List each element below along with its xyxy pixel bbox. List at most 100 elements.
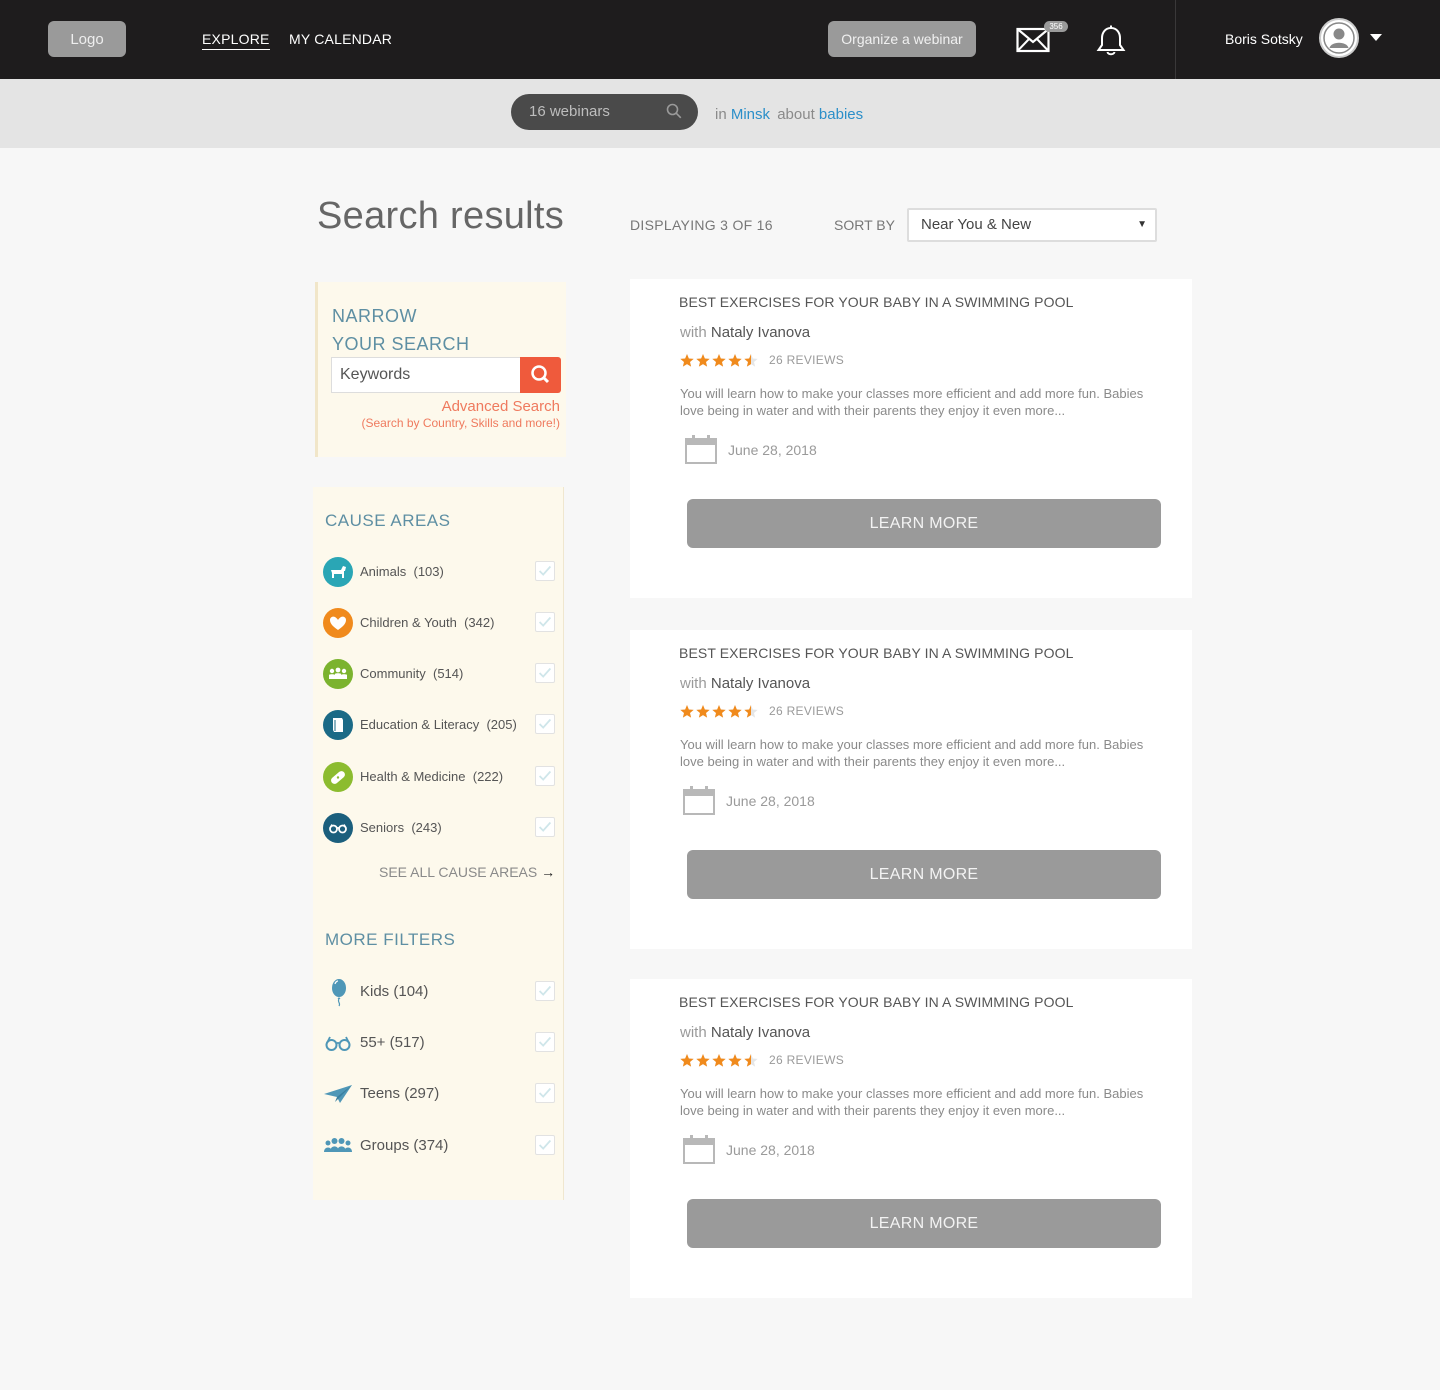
keywords-search-button[interactable] bbox=[520, 357, 561, 393]
see-all-label: SEE ALL CAUSE AREAS bbox=[379, 864, 538, 880]
webinar-card: BEST EXERCISES FOR YOUR BABY IN A SWIMMI… bbox=[630, 979, 1192, 1298]
cause-area-label: Education & Literacy (205) bbox=[360, 717, 517, 732]
cause-area-checkbox[interactable] bbox=[535, 817, 555, 837]
narrow-title-line1: NARROW bbox=[332, 306, 417, 326]
star-icon-filled bbox=[696, 354, 710, 367]
see-all-cause-areas-link[interactable]: SEE ALL CAUSE AREAS → bbox=[379, 864, 555, 880]
filter-checkbox[interactable] bbox=[535, 1032, 555, 1052]
page-title: Search results bbox=[317, 195, 565, 237]
narrow-search-panel: NARROW YOUR SEARCH Keywords Advanced Sea… bbox=[315, 282, 566, 457]
webinar-date: June 28, 2018 bbox=[728, 442, 817, 458]
webinar-date: June 28, 2018 bbox=[726, 793, 815, 809]
location-link[interactable]: Minsk bbox=[731, 106, 770, 123]
group-icon bbox=[324, 1138, 352, 1152]
star-icon-filled bbox=[712, 705, 726, 718]
search-context: in Minsk about babies bbox=[715, 106, 863, 123]
paper-plane-icon bbox=[324, 1085, 352, 1103]
reviews-count[interactable]: 26 REVIEWS bbox=[769, 1053, 844, 1067]
star-icon-filled bbox=[680, 1054, 694, 1067]
cause-area-checkbox[interactable] bbox=[535, 663, 555, 683]
filter-checkbox[interactable] bbox=[535, 981, 555, 1001]
bell-icon[interactable] bbox=[1096, 25, 1126, 57]
webinar-title[interactable]: BEST EXERCISES FOR YOUR BABY IN A SWIMMI… bbox=[679, 645, 1073, 661]
filter-55-plus[interactable]: 55+ (517) bbox=[322, 1027, 556, 1059]
calendar-icon bbox=[685, 435, 717, 464]
star-icon-filled bbox=[696, 1054, 710, 1067]
calendar-icon bbox=[683, 1135, 715, 1164]
nav-explore[interactable]: EXPLORE bbox=[202, 31, 270, 50]
sort-by-label: SORT BY bbox=[834, 217, 895, 233]
more-filters-title: MORE FILTERS bbox=[325, 930, 456, 949]
search-icon[interactable] bbox=[666, 103, 682, 119]
checkmark-icon bbox=[538, 1036, 552, 1047]
learn-more-button[interactable]: LEARN MORE bbox=[687, 850, 1161, 899]
checkmark-icon bbox=[538, 985, 552, 996]
checkmark-icon bbox=[538, 1087, 552, 1098]
webinar-title[interactable]: BEST EXERCISES FOR YOUR BABY IN A SWIMMI… bbox=[679, 294, 1073, 310]
filter-kids[interactable]: Kids (104) bbox=[322, 976, 556, 1008]
search-icon bbox=[531, 365, 550, 384]
dropdown-arrow-icon: ▼ bbox=[1137, 219, 1147, 230]
host-name[interactable]: Nataly Ivanova bbox=[711, 1024, 810, 1041]
displaying-count: DISPLAYING 3 OF 16 bbox=[630, 217, 773, 233]
cause-area-label: Health & Medicine (222) bbox=[360, 769, 504, 784]
star-icon-filled bbox=[728, 354, 742, 367]
topic-link[interactable]: babies bbox=[819, 106, 863, 123]
webinar-card: BEST EXERCISES FOR YOUR BABY IN A SWIMMI… bbox=[630, 279, 1192, 598]
star-icon-filled bbox=[728, 1054, 742, 1067]
reviews-count[interactable]: 26 REVIEWS bbox=[769, 704, 844, 718]
learn-more-button[interactable]: LEARN MORE bbox=[687, 499, 1161, 548]
filter-checkbox[interactable] bbox=[535, 1135, 555, 1155]
people-icon bbox=[323, 659, 353, 689]
user-silhouette-icon bbox=[1323, 22, 1355, 54]
filter-teens[interactable]: Teens (297) bbox=[322, 1078, 556, 1110]
webinar-title[interactable]: BEST EXERCISES FOR YOUR BABY IN A SWIMMI… bbox=[679, 994, 1073, 1010]
star-icon-filled bbox=[712, 1054, 726, 1067]
cause-area-health-medicine[interactable]: Health & Medicine (222) bbox=[322, 761, 556, 793]
checkmark-icon bbox=[538, 1139, 552, 1150]
narrow-title-line2: YOUR SEARCH bbox=[332, 334, 470, 354]
cause-area-animals[interactable]: Animals (103) bbox=[322, 556, 556, 588]
keywords-input[interactable]: Keywords bbox=[331, 357, 521, 393]
cause-area-checkbox[interactable] bbox=[535, 561, 555, 581]
cause-area-label: Seniors (243) bbox=[360, 820, 442, 835]
star-rating bbox=[680, 1054, 758, 1067]
star-icon-filled bbox=[712, 354, 726, 367]
cause-area-seniors[interactable]: Seniors (243) bbox=[322, 812, 556, 844]
balloon-icon bbox=[332, 979, 346, 1007]
user-name[interactable]: Boris Sotsky bbox=[1225, 31, 1303, 47]
about-word: about bbox=[777, 106, 815, 123]
avatar[interactable] bbox=[1319, 18, 1359, 58]
narrow-title: NARROW YOUR SEARCH bbox=[332, 302, 470, 358]
organize-webinar-button[interactable]: Organize a webinar bbox=[828, 21, 976, 57]
cause-area-children-youth[interactable]: Children & Youth (342) bbox=[322, 607, 556, 639]
user-menu-caret-icon[interactable] bbox=[1370, 34, 1382, 41]
filter-label: Groups (374) bbox=[360, 1137, 449, 1154]
checkmark-icon bbox=[538, 718, 552, 729]
filter-groups[interactable]: Groups (374) bbox=[322, 1130, 556, 1162]
advanced-search-link[interactable]: Advanced Search bbox=[442, 398, 560, 415]
filter-label: Kids (104) bbox=[360, 983, 429, 1000]
reviews-count[interactable]: 26 REVIEWS bbox=[769, 353, 844, 367]
search-query: 16 webinars bbox=[529, 103, 610, 120]
host-name[interactable]: Nataly Ivanova bbox=[711, 675, 810, 692]
cause-area-checkbox[interactable] bbox=[535, 612, 555, 632]
cause-area-checkbox[interactable] bbox=[535, 714, 555, 734]
cause-areas-title: CAUSE AREAS bbox=[325, 511, 451, 530]
cause-area-education-literacy[interactable]: Education & Literacy (205) bbox=[322, 709, 556, 741]
nav-my-calendar[interactable]: MY CALENDAR bbox=[289, 31, 392, 47]
sort-select[interactable]: Near You & New ▼ bbox=[907, 208, 1157, 242]
webinar-description: You will learn how to make your classes … bbox=[680, 386, 1144, 418]
filter-checkbox[interactable] bbox=[535, 1083, 555, 1103]
webinar-search-pill[interactable]: 16 webinars bbox=[511, 94, 698, 130]
header-divider bbox=[1175, 0, 1176, 79]
logo-button[interactable]: Logo bbox=[48, 21, 126, 57]
learn-more-button[interactable]: LEARN MORE bbox=[687, 1199, 1161, 1248]
glasses-icon bbox=[323, 813, 353, 843]
host-name[interactable]: Nataly Ivanova bbox=[711, 324, 810, 341]
book-icon bbox=[323, 710, 353, 740]
cause-area-checkbox[interactable] bbox=[535, 766, 555, 786]
cause-area-community[interactable]: Community (514) bbox=[322, 658, 556, 690]
filter-label: Teens (297) bbox=[360, 1085, 440, 1102]
checkmark-icon bbox=[538, 616, 552, 627]
